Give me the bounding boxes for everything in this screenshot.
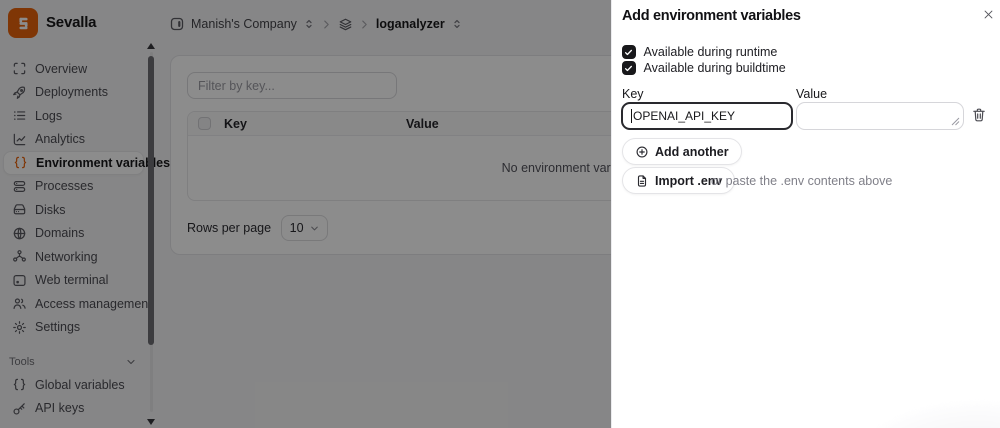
key-field-label: Key: [622, 87, 644, 101]
check-icon: [625, 49, 633, 55]
runtime-checkbox-row: Available during runtime: [622, 45, 777, 59]
corner-widget-shadow: [847, 402, 1000, 428]
add-another-label: Add another: [655, 144, 729, 159]
plus-circle-icon: [636, 146, 648, 157]
close-icon: [984, 10, 992, 18]
drawer-checkbox[interactable]: [622, 61, 636, 75]
resize-handle-icon[interactable]: [951, 117, 960, 126]
add-env-vars-drawer: Add environment variables Available duri…: [611, 0, 1000, 428]
buildtime-checkbox-label: Available during buildtime: [643, 61, 786, 75]
file-icon: [637, 174, 647, 187]
paste-env-hint: or paste the .env contents above: [711, 173, 893, 188]
runtime-checkbox-label: Available during runtime: [643, 45, 778, 59]
add-another-button[interactable]: Add another: [622, 138, 742, 165]
check-icon: [625, 65, 633, 71]
trash-icon: [973, 108, 985, 122]
drawer-checkbox[interactable]: [622, 45, 636, 59]
value-input[interactable]: [796, 102, 964, 130]
value-field-label: Value: [796, 87, 828, 101]
delete-row-button[interactable]: [971, 107, 988, 124]
close-button[interactable]: [978, 4, 998, 24]
drawer-title: Add environment variables: [622, 8, 801, 24]
key-input-value: OPENAI_API_KEY: [633, 109, 736, 123]
text-caret: [631, 109, 632, 123]
buildtime-checkbox-row: Available during buildtime: [622, 61, 786, 75]
app-root: Sevalla Manish's Company loganalyzer Ove…: [0, 0, 1000, 428]
key-input[interactable]: OPENAI_API_KEY: [621, 102, 793, 130]
